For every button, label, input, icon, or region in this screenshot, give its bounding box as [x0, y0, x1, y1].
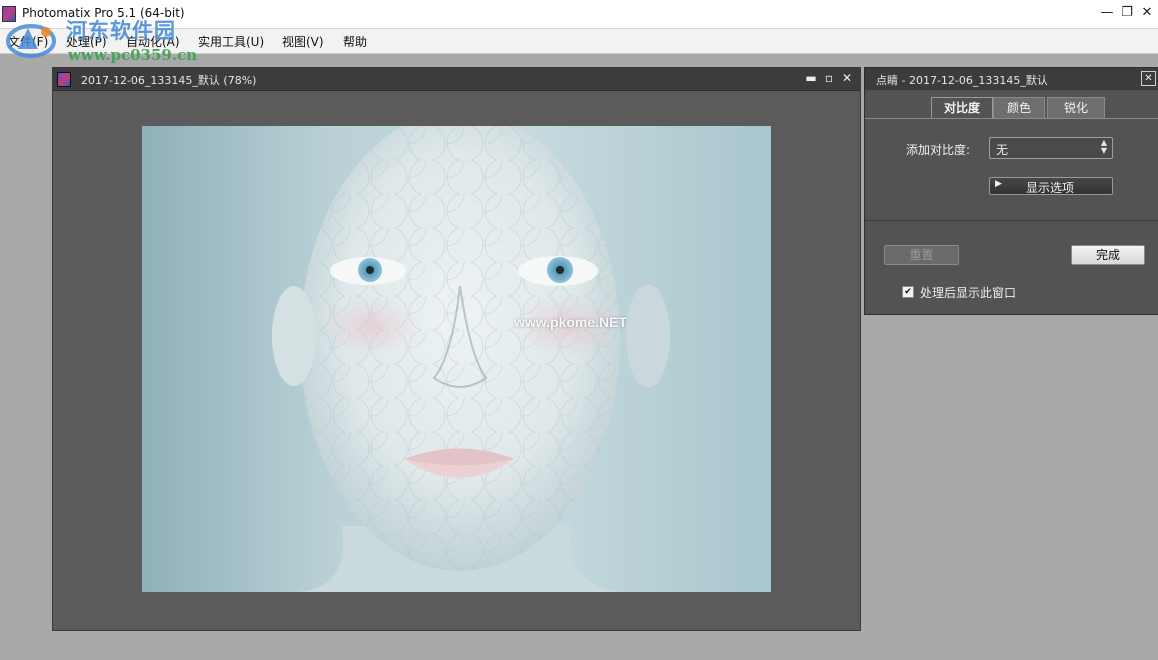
contrast-select-value: 无 — [996, 143, 1009, 157]
play-arrow-icon: ▶ — [995, 179, 1002, 189]
tab-contrast[interactable]: 对比度 — [931, 97, 993, 118]
menu-utilities[interactable]: 实用工具(U) — [198, 33, 264, 50]
document-maximize-button[interactable]: ▫ — [821, 70, 837, 87]
panel-title: 点睛 - 2017-12-06_133145_默认 — [876, 74, 1048, 87]
tab-divider — [865, 118, 1158, 119]
minimize-button[interactable]: — — [1098, 4, 1116, 22]
document-window: 2017-12-06_133145_默认 (78%) ▬ ▫ ✕ www.pko… — [52, 67, 861, 631]
menu-file[interactable]: 文件(F) — [8, 33, 48, 50]
tab-sharpen[interactable]: 锐化 — [1047, 97, 1105, 118]
tab-color[interactable]: 颜色 — [993, 97, 1045, 118]
show-window-checkbox[interactable]: ✔ — [902, 286, 914, 298]
show-options-label: 显示选项 — [1026, 181, 1075, 195]
photo-watermark: www.pkome.NET — [514, 314, 628, 330]
menu-bar: 文件(F) 处理(P) 自动化(A) 实用工具(U) 视图(V) 帮助 — [0, 29, 1158, 54]
photo-canvas[interactable]: www.pkome.NET — [142, 126, 771, 592]
menu-process[interactable]: 处理(P) — [66, 33, 107, 50]
close-button[interactable]: ✕ — [1138, 4, 1156, 22]
document-title-bar[interactable]: 2017-12-06_133145_默认 (78%) ▬ ▫ ✕ — [53, 68, 860, 91]
select-arrows-icon: ▲ ▼ — [1100, 138, 1107, 155]
menu-automate[interactable]: 自动化(A) — [126, 33, 180, 50]
menu-help[interactable]: 帮助 — [343, 33, 367, 50]
document-minimize-button[interactable]: ▬ — [803, 70, 819, 87]
show-options-button[interactable]: ▶ 显示选项 — [989, 177, 1113, 195]
reset-button[interactable]: 重置 — [884, 245, 959, 265]
panel-close-button[interactable]: ✕ — [1141, 71, 1156, 86]
app-title-bar: Photomatix Pro 5.1 (64-bit) — ❐ ✕ — [0, 0, 1158, 29]
app-icon — [2, 6, 16, 22]
document-icon — [57, 72, 71, 87]
portrait-image — [272, 126, 670, 592]
contrast-label: 添加对比度: — [906, 143, 971, 157]
contrast-select[interactable]: 无 ▲ ▼ — [989, 137, 1113, 159]
restore-button[interactable]: ❐ — [1118, 4, 1136, 22]
finishing-touch-panel: 点睛 - 2017-12-06_133145_默认 ✕ 对比度 颜色 锐化 添加… — [864, 67, 1158, 315]
done-button[interactable]: 完成 — [1071, 245, 1145, 265]
panel-title-bar[interactable]: 点睛 - 2017-12-06_133145_默认 ✕ — [865, 68, 1158, 90]
document-close-button[interactable]: ✕ — [839, 70, 855, 87]
document-title: 2017-12-06_133145_默认 (78%) — [81, 74, 257, 87]
show-window-label: 处理后显示此窗口 — [920, 286, 1017, 300]
app-title: Photomatix Pro 5.1 (64-bit) — [22, 6, 185, 20]
panel-divider — [865, 220, 1158, 221]
menu-view[interactable]: 视图(V) — [282, 33, 324, 50]
